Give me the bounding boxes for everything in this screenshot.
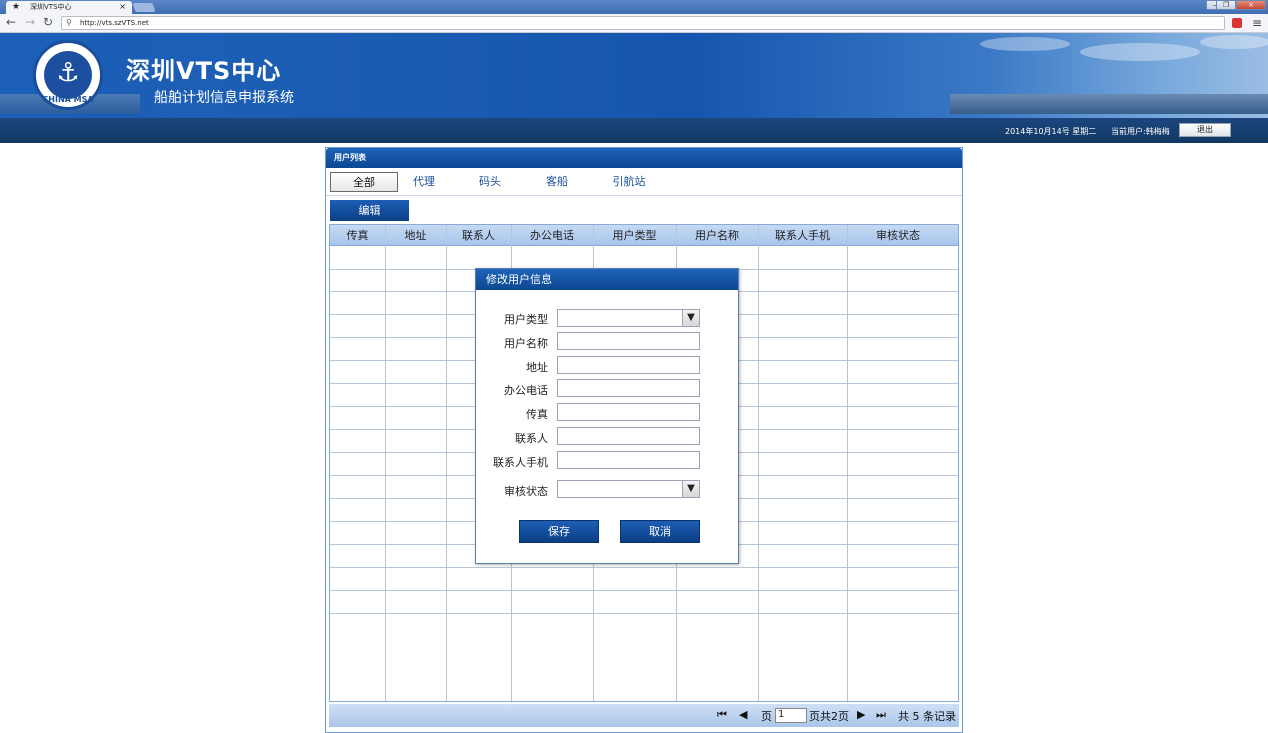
prev-page-icon[interactable]: ◀	[739, 708, 747, 721]
header-banner: ⚓ CHINA MSA 深圳VTS中心 船舶计划信息申报系统	[0, 33, 1268, 118]
total-pages: 页共2页	[809, 710, 849, 723]
current-date: 2014年10月14号 星期二	[1005, 127, 1097, 136]
browser-navbar: ← → ↻ ⚲ http://vts.szVTS.net ≡	[0, 14, 1268, 33]
user-name-input[interactable]	[557, 332, 700, 350]
column-divider	[446, 225, 447, 701]
search-icon: ⚲	[66, 18, 72, 27]
col-user-name[interactable]: 用户名称	[676, 225, 758, 246]
browser-tab[interactable]: ★ 深圳VTS中心 ×	[6, 1, 132, 14]
contact-input[interactable]	[557, 427, 700, 445]
review-status-select[interactable]: ▼	[557, 480, 700, 498]
total-records: 共 5 条记录	[898, 710, 956, 723]
col-contact[interactable]: 联系人	[446, 225, 511, 246]
col-address[interactable]: 地址	[385, 225, 446, 246]
reload-icon[interactable]: ↻	[43, 15, 53, 29]
save-button[interactable]: 保存	[519, 520, 599, 543]
fax-label: 传真	[526, 408, 548, 421]
url-text: http://vts.szVTS.net	[80, 19, 149, 27]
tab-pilot-station[interactable]: 引航站	[606, 172, 652, 192]
status-bar: 2014年10月14号 星期二 当前用户:韩梅梅 退出	[0, 118, 1268, 143]
column-divider	[385, 225, 386, 701]
extension-icon[interactable]	[1232, 18, 1242, 28]
col-review-status[interactable]: 审核状态	[847, 225, 949, 246]
cloud-decoration	[980, 37, 1070, 51]
port-skyline	[950, 94, 1268, 114]
col-office-phone[interactable]: 办公电话	[511, 225, 593, 246]
col-user-type[interactable]: 用户类型	[593, 225, 676, 246]
address-label: 地址	[526, 361, 548, 374]
table-header: 传真 地址 联系人 办公电话 用户类型 用户名称 联系人手机 审核状态	[330, 225, 958, 246]
contact-mobile-input[interactable]	[557, 451, 700, 469]
column-divider	[847, 225, 848, 701]
site-subtitle: 船舶计划信息申报系统	[154, 90, 294, 106]
chevron-down-icon[interactable]: ▼	[682, 310, 699, 326]
category-tabs: 全部 代理 码头 客船 引航站	[326, 168, 962, 196]
cancel-button[interactable]: 取消	[620, 520, 700, 543]
table-row[interactable]	[330, 567, 958, 568]
column-divider	[758, 225, 759, 701]
table-row[interactable]	[330, 613, 958, 614]
current-user: 当前用户:韩梅梅	[1111, 127, 1170, 136]
chevron-down-icon[interactable]: ▼	[682, 481, 699, 497]
edit-button[interactable]: 编辑	[330, 200, 409, 221]
window-close-button[interactable]: ×	[1236, 0, 1266, 10]
tab-title: 深圳VTS中心	[30, 3, 72, 11]
tab-close-icon[interactable]: ×	[119, 1, 126, 13]
logout-button[interactable]: 退出	[1179, 123, 1231, 137]
user-type-select[interactable]: ▼	[557, 309, 700, 327]
tab-agent[interactable]: 代理	[406, 172, 442, 192]
office-phone-input[interactable]	[557, 379, 700, 397]
logo-text: CHINA MSA	[42, 95, 94, 104]
panel-title: 用户列表	[326, 148, 962, 168]
tab-passenger-ship[interactable]: 客船	[539, 172, 575, 192]
cloud-decoration	[1200, 35, 1268, 49]
msa-logo: ⚓ CHINA MSA	[33, 40, 103, 110]
forward-icon[interactable]: →	[25, 15, 35, 29]
fax-input[interactable]	[557, 403, 700, 421]
last-page-icon[interactable]: ⏭	[876, 708, 886, 722]
col-fax[interactable]: 传真	[330, 225, 385, 246]
menu-icon[interactable]: ≡	[1252, 16, 1262, 30]
tab-all[interactable]: 全部	[330, 172, 398, 192]
address-bar[interactable]: ⚲ http://vts.szVTS.net	[61, 16, 1225, 30]
edit-user-dialog: 修改用户信息 用户类型 ▼ 用户名称 地址 办公电话 传真 联系人 联系人手机 …	[475, 268, 739, 564]
address-input[interactable]	[557, 356, 700, 374]
first-page-icon[interactable]: ⏮	[717, 708, 727, 722]
tab-terminal[interactable]: 码头	[472, 172, 508, 192]
anchor-icon: ⚓	[44, 51, 92, 99]
page-number-input[interactable]: 1	[775, 708, 807, 723]
back-icon[interactable]: ←	[6, 15, 16, 29]
browser-titlebar: ★ 深圳VTS中心 × — ❐ ×	[0, 0, 1268, 14]
user-name-label: 用户名称	[504, 337, 548, 350]
contact-mobile-label: 联系人手机	[493, 456, 548, 469]
dialog-title: 修改用户信息	[476, 269, 738, 290]
table-row[interactable]	[330, 590, 958, 591]
new-tab-button[interactable]	[132, 3, 156, 12]
restore-button[interactable]: ❐	[1216, 0, 1236, 10]
page-label: 页	[761, 710, 772, 723]
office-phone-label: 办公电话	[504, 384, 548, 397]
star-icon: ★	[12, 2, 21, 12]
site-title: 深圳VTS中心	[126, 57, 282, 85]
review-status-label: 审核状态	[504, 485, 548, 498]
contact-label: 联系人	[515, 432, 548, 445]
next-page-icon[interactable]: ▶	[857, 708, 865, 721]
cloud-decoration	[1080, 43, 1200, 61]
pagination-bar: ⏮ ◀ 页 1 页共2页 ▶ ⏭ 共 5 条记录	[329, 704, 959, 727]
user-type-label: 用户类型	[504, 313, 548, 326]
col-contact-mobile[interactable]: 联系人手机	[758, 225, 847, 246]
